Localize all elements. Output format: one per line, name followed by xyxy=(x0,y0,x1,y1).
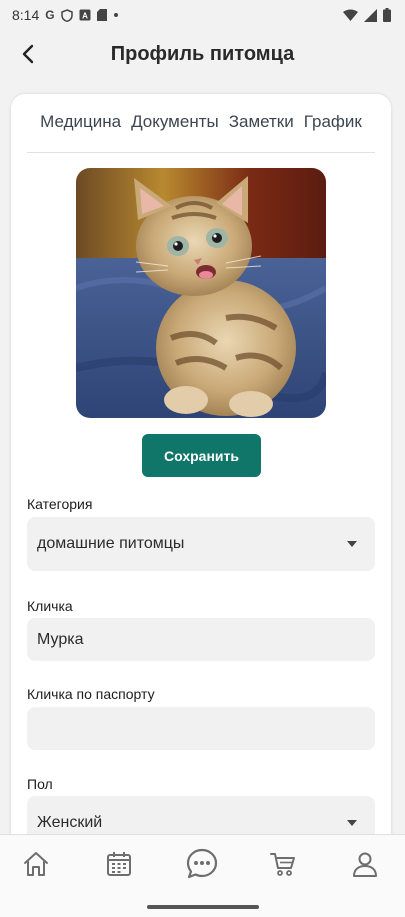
dropdown-arrow-icon xyxy=(347,541,357,547)
category-value: домашние питомцы xyxy=(37,535,185,552)
nickname-label: Кличка xyxy=(27,598,73,614)
page-title: Профиль питомца xyxy=(110,42,295,65)
bottom-navigation xyxy=(0,834,405,917)
shield-icon xyxy=(60,8,73,22)
tabs-divider xyxy=(27,152,375,153)
home-indicator[interactable] xyxy=(147,905,259,909)
svg-text:A: A xyxy=(82,12,88,21)
calendar-icon xyxy=(107,852,131,876)
dot-icon xyxy=(113,12,119,18)
status-time: 8:14 xyxy=(12,7,40,23)
dropdown-arrow-icon xyxy=(347,820,357,826)
nickname-input[interactable]: Мурка xyxy=(27,618,375,661)
category-select[interactable]: домашние питомцы xyxy=(27,517,375,571)
status-bar: 8:14 G A xyxy=(0,0,405,30)
app-header: Профиль питомца xyxy=(0,30,405,78)
google-icon: G xyxy=(45,8,55,22)
wifi-icon xyxy=(343,9,358,25)
passport-nickname-input[interactable] xyxy=(27,707,375,750)
sim-icon xyxy=(96,9,107,21)
home-icon xyxy=(24,852,48,876)
tab-schedule[interactable]: График xyxy=(304,112,362,132)
tab-medicine[interactable]: Медицина xyxy=(40,112,121,132)
chevron-left-icon xyxy=(22,44,34,64)
save-button[interactable]: Сохранить xyxy=(142,434,261,477)
profile-icon xyxy=(353,852,377,877)
nav-home[interactable] xyxy=(21,849,51,879)
tab-notes[interactable]: Заметки xyxy=(229,112,294,132)
passport-nickname-label: Кличка по паспорту xyxy=(27,686,155,702)
nav-profile[interactable] xyxy=(350,849,380,879)
tab-bar: Медицина Документы Заметки График xyxy=(11,112,391,132)
a-icon: A xyxy=(79,9,91,21)
cart-icon xyxy=(270,853,295,876)
nickname-value: Мурка xyxy=(37,630,84,648)
nav-chat[interactable] xyxy=(185,847,219,881)
tab-documents[interactable]: Документы xyxy=(131,112,219,132)
sex-value: Женский xyxy=(37,814,103,831)
nav-cart[interactable] xyxy=(268,849,298,879)
category-label: Категория xyxy=(27,496,93,512)
signal-icon xyxy=(364,8,377,25)
pet-photo[interactable] xyxy=(76,168,326,418)
pet-profile-card: Медицина Документы Заметки График Сохран… xyxy=(11,94,391,854)
sex-label: Пол xyxy=(27,776,53,792)
chat-icon xyxy=(186,848,218,879)
battery-icon xyxy=(383,8,391,25)
nav-calendar[interactable] xyxy=(104,849,134,879)
back-button[interactable] xyxy=(12,38,44,70)
